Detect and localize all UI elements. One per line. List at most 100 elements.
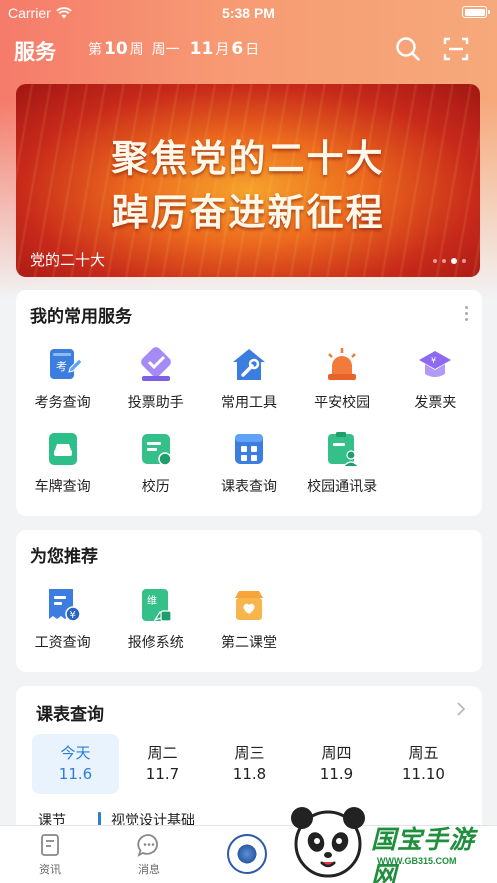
car-plate-icon (48, 433, 77, 465)
recommended-item[interactable]: 维报修系统 (109, 582, 202, 666)
battery-icon (462, 6, 490, 18)
service-item[interactable]: 校园通讯录 (296, 426, 389, 510)
banner-pagination (433, 258, 466, 264)
service-item[interactable]: 平安校园 (296, 342, 389, 426)
pagination-dot (462, 259, 466, 263)
svg-text:¥: ¥ (69, 610, 75, 621)
service-item[interactable]: 投票助手 (109, 342, 202, 426)
day-name: 今天 (60, 744, 91, 762)
week-number: 10 (104, 39, 128, 59)
invoice-icon: ¥ (419, 351, 452, 377)
search-icon[interactable] (394, 35, 422, 63)
day-suffix: 日 (245, 42, 260, 58)
service-item[interactable]: 校历 (109, 426, 202, 510)
banner-headline-1: 聚焦党的二十大 (111, 137, 385, 180)
alarm-icon (328, 348, 357, 380)
service-item-label: 校历 (141, 479, 170, 495)
common-services-grid: 考考务查询 投票助手 常用工具 平安校园 ¥ 发票夹 车牌查询 校历 课表查询 校园通讯录 (16, 342, 482, 510)
week-suffix: 周 (129, 42, 144, 58)
banner-caption: 党的二十大 (30, 251, 106, 269)
recommended-grid: ¥ 工资查询维报修系统 第二课堂 (16, 582, 482, 666)
pagination-dot (451, 258, 457, 264)
service-item-label: 发票夹 (414, 395, 457, 411)
service-item[interactable]: 课表查询 (202, 426, 295, 510)
service-item-label: 平安校园 (314, 395, 371, 411)
recommended-item-label: 报修系统 (127, 635, 184, 651)
exam-icon: 考 (49, 349, 82, 379)
service-item-label: 考务查询 (34, 395, 91, 411)
timetable-title: 课表查询 (36, 705, 104, 725)
weekday: 周一 (151, 42, 180, 58)
service-item[interactable]: ¥ 发票夹 (389, 342, 482, 426)
service-item-label: 校园通讯录 (307, 479, 378, 495)
day-date: 11.10 (402, 765, 445, 783)
day-name: 周二 (147, 744, 178, 762)
tab-news-label: 资讯 (39, 863, 61, 876)
day-date: 11.6 (58, 765, 93, 783)
scan-icon[interactable] (442, 35, 470, 63)
recommended-title: 为您推荐 (30, 547, 98, 567)
common-services-title: 我的常用服务 (30, 307, 132, 327)
status-time: 5:38 PM (222, 5, 275, 21)
watermark-url: WWW.GB315.COM (377, 856, 457, 866)
tab-news[interactable]: 资讯 (20, 832, 80, 877)
service-item-label: 车牌查询 (34, 479, 91, 495)
day-tab[interactable]: 今天 11.6 (32, 734, 119, 794)
tab-messages-label: 消息 (138, 863, 160, 876)
timetable-icon (234, 434, 263, 464)
month: 11 (189, 39, 214, 59)
common-services-card: 我的常用服务 考考务查询 投票助手 常用工具 平安校园 ¥ 发票夹 车牌查询 校历 课表查询 校园… (16, 290, 482, 516)
contacts-icon (328, 432, 359, 467)
service-item-label: 课表查询 (220, 479, 277, 495)
recommended-item[interactable]: 第二课堂 (202, 582, 295, 666)
day-tab[interactable]: 周四 11.9 (293, 734, 380, 794)
calendar-icon (141, 434, 172, 466)
tools-icon (232, 349, 265, 380)
service-item[interactable]: 常用工具 (202, 342, 295, 426)
message-icon (137, 834, 158, 857)
recommended-item-label: 工资查询 (34, 635, 91, 651)
page-header: 服务 第 10 周 周一 11 月 6 日 (0, 30, 497, 70)
banner-carousel[interactable]: 聚焦党的二十大 踔厉奋进新征程 党的二十大 (16, 84, 480, 277)
school-logo-tab[interactable] (227, 834, 267, 874)
day-date: 11.8 (232, 765, 267, 783)
service-item[interactable]: 车牌查询 (16, 426, 109, 510)
repair-icon: 维 (141, 589, 172, 622)
recommended-item[interactable]: ¥ 工资查询 (16, 582, 109, 666)
service-item-label: 常用工具 (220, 395, 277, 411)
salary-icon: ¥ (48, 589, 81, 622)
day-tab[interactable]: 周三 11.8 (206, 734, 293, 794)
svg-text:考: 考 (56, 360, 67, 373)
news-icon (41, 834, 59, 856)
recommended-card: 为您推荐 ¥ 工资查询维报修系统 第二课堂 (16, 530, 482, 672)
day-tab[interactable]: 周二 11.7 (119, 734, 206, 794)
recommended-item-label: 第二课堂 (220, 635, 277, 651)
day-name: 周四 (321, 744, 352, 762)
tab-messages[interactable]: 消息 (119, 832, 179, 877)
more-options-icon[interactable] (465, 306, 468, 321)
banner-headline-2: 踔厉奋进新征程 (111, 191, 385, 234)
week-info: 第 10 周 周一 11 月 6 日 (88, 39, 259, 59)
timetable-days: 今天 11.6 周二 11.7 周三 11.8 周四 11.9 周五 11.10 (32, 734, 468, 794)
second-class-icon (234, 591, 263, 620)
svg-text:维: 维 (147, 594, 157, 607)
day-date: 11.7 (145, 765, 180, 783)
service-item[interactable]: 考考务查询 (16, 342, 109, 426)
page-title: 服务 (14, 40, 56, 64)
service-item-label: 投票助手 (127, 395, 184, 411)
status-bar: Carrier 5:38 PM (0, 0, 497, 26)
day-tab[interactable]: 周五 11.10 (380, 734, 467, 794)
panda-logo (291, 807, 365, 878)
site-watermark: 国宝手游网 WWW.GB315.COM (285, 800, 495, 883)
vote-icon (140, 347, 171, 381)
pagination-dot (442, 259, 446, 263)
watermark-text: 国宝手游网 (371, 825, 476, 883)
day-name: 周三 (234, 744, 265, 762)
svg-text:¥: ¥ (431, 356, 436, 365)
month-suffix: 月 (215, 42, 230, 58)
pagination-dot (433, 259, 437, 263)
chevron-right-icon[interactable] (456, 702, 466, 716)
day-name: 周五 (408, 744, 439, 762)
week-prefix: 第 (88, 42, 102, 58)
day-date: 11.9 (319, 765, 354, 783)
